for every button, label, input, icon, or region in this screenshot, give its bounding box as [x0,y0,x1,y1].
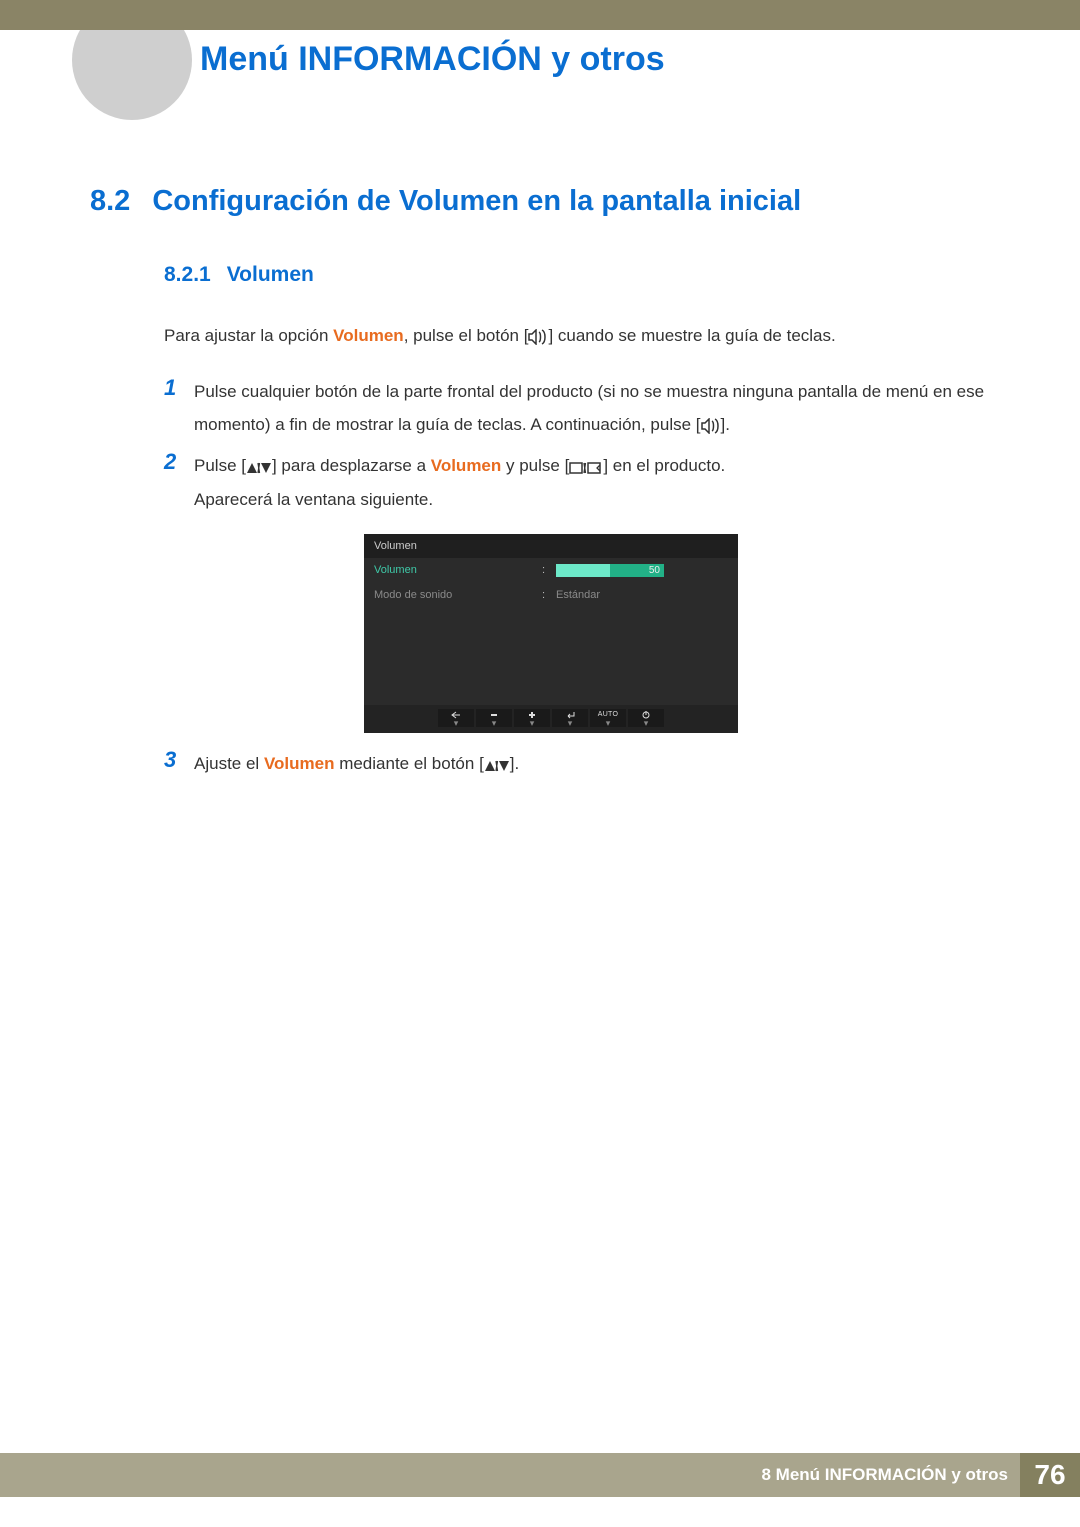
osd-btn-plus: ▾ [514,709,550,727]
section-heading: 8.2 Configuración de Volumen en la panta… [90,185,1000,218]
intro-post: , pulse el botón [ [404,326,529,345]
osd-button-bar: ▾▾▾▾AUTO▾▾ [364,705,738,733]
page-footer: 8 Menú INFORMACIÓN y otros 76 [0,1453,1080,1497]
subsection-number: 8.2.1 [164,263,211,287]
osd-btn-enter: ▾ [552,709,588,727]
intro-strong: Volumen [333,326,404,345]
step-number: 2 [164,449,194,475]
osd-btn-AUTO: AUTO▾ [590,709,626,727]
section-number: 8.2 [90,185,130,218]
step-row: 3Ajuste el Volumen mediante el botón []. [164,747,1000,780]
chapter-title: Menú INFORMACIÓN y otros [200,40,665,79]
page-number: 76 [1020,1453,1080,1497]
step-aftertext: Aparecerá la ventana siguiente. [194,490,433,509]
step-number: 3 [164,747,194,773]
osd-title: Volumen [364,534,738,558]
menu-enter-icon [569,461,603,475]
step-number: 1 [164,375,194,401]
osd-btn-power: ▾ [628,709,664,727]
up-down-icon [484,759,510,773]
up-down-icon [246,461,272,475]
intro-tail: ] cuando se muestre la guía de teclas. [548,326,835,345]
osd-screenshot: VolumenVolumen:50Modo de sonido:Estándar… [364,534,738,733]
step-text: Pulse [] para desplazarse a Volumen y pu… [194,449,725,515]
subsection-heading: 8.2.1 Volumen [164,263,1000,287]
content: 8.2 Configuración de Volumen en la panta… [90,185,1000,788]
osd-row: Volumen:50 [364,558,738,583]
section-title: Configuración de Volumen en la pantalla … [152,185,801,218]
osd-btn-minus: ▾ [476,709,512,727]
volume-icon [528,329,548,345]
step-text: Ajuste el Volumen mediante el botón []. [194,747,519,780]
intro-paragraph: Para ajustar la opción Volumen, pulse el… [164,322,1000,349]
step-row: 1Pulse cualquier botón de la parte front… [164,375,1000,441]
osd-row-value: Estándar [556,589,728,601]
step-row: 2Pulse [] para desplazarse a Volumen y p… [164,449,1000,515]
highlight-term: Volumen [264,754,335,773]
volume-icon [701,418,721,434]
subsection-title: Volumen [227,263,314,287]
highlight-term: Volumen [431,456,502,475]
intro-pre: Para ajustar la opción [164,326,333,345]
osd-progress-bar: 50 [556,564,664,577]
osd-row-label: Volumen [374,564,542,576]
osd-row: Modo de sonido:Estándar [364,583,738,607]
step-text: Pulse cualquier botón de la parte fronta… [194,375,1000,441]
osd-row-value: 50 [556,564,728,577]
footer-chapter-ref: 8 Menú INFORMACIÓN y otros [761,1465,1008,1485]
osd-row-label: Modo de sonido [374,589,542,601]
osd-btn-back: ▾ [438,709,474,727]
top-strip [0,0,1080,30]
